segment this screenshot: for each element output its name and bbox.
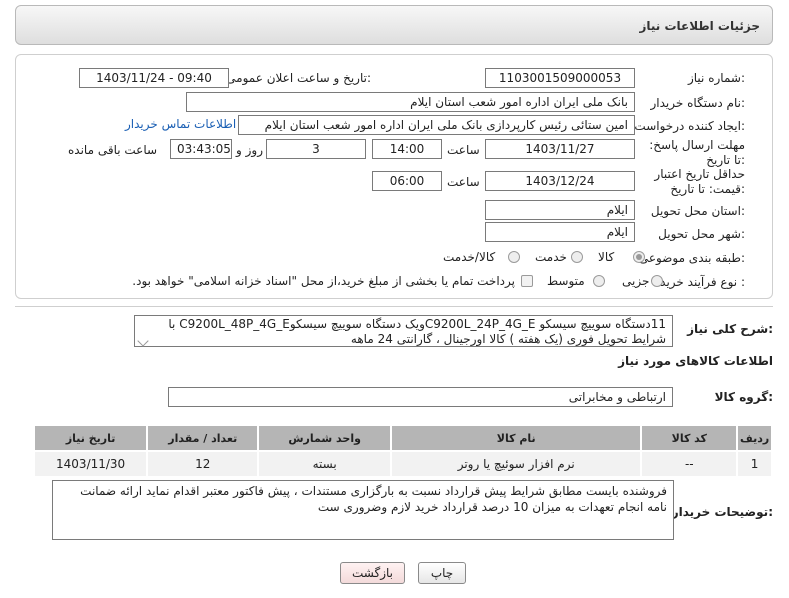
description-textarea[interactable]: 11دستگاه سوییچ سیسکو C9200L_24P_4G_Eویک … — [134, 315, 673, 347]
need-number-label: شماره نیاز: — [687, 71, 745, 85]
category-radio-goods[interactable] — [633, 251, 645, 263]
process-radio-medium[interactable] — [593, 275, 605, 287]
page-title: جزئیات اطلاعات نیاز — [639, 19, 760, 33]
creator-field[interactable]: امین ستائی رئیس کارپردازی بانک ملی ایران… — [238, 115, 635, 135]
category-label: طبقه بندی موضوعی: — [638, 251, 745, 265]
buyer-contact-link[interactable]: اطلاعات تماس خریدار — [125, 117, 236, 131]
section-divider — [15, 306, 773, 307]
time-remaining-field[interactable]: 03:43:05 — [170, 139, 232, 159]
need-number-field[interactable]: 1103001509000053 — [485, 68, 635, 88]
announce-label: تاریخ و ساعت اعلان عمومی: — [226, 71, 371, 85]
cell-code: -- — [640, 450, 739, 478]
table-row: 1 -- نرم افزار سوئیچ یا روتر بسته 12 140… — [32, 450, 773, 478]
deadline-time-label: ساعت — [447, 143, 480, 157]
province-label: استان محل تحویل: — [650, 204, 745, 218]
deadline-label: مهلت ارسال پاسخ: تا تاریخ: — [649, 138, 745, 167]
treasury-payment-note: پرداخت تمام یا بخشی از مبلغ خرید،از محل … — [132, 274, 515, 288]
back-button[interactable]: بازگشت — [340, 562, 405, 584]
creator-label: ایجاد کننده درخواست: — [634, 119, 745, 133]
category-radio-service[interactable] — [571, 251, 583, 263]
buyer-org-field[interactable]: بانک ملی ایران اداره امور شعب استان ایلا… — [186, 92, 635, 112]
days-label: روز و — [236, 143, 263, 157]
goods-table-header: ردیف کد کالا نام کالا واحد شمارش تعداد /… — [32, 424, 773, 452]
time-remaining-label: ساعت باقی مانده — [68, 143, 158, 157]
validity-time-label: ساعت — [447, 175, 480, 189]
goods-table: ردیف کد کالا نام کالا واحد شمارش تعداد /… — [32, 424, 773, 478]
col-name: نام کالا — [390, 424, 643, 452]
col-need-date: تاریخ نیاز — [32, 424, 149, 452]
cell-unit: بسته — [257, 450, 393, 478]
cell-need-date: 1403/11/30 — [32, 450, 149, 478]
cell-row: 1 — [736, 450, 773, 478]
validity-date-field[interactable]: 1403/12/24 — [485, 171, 635, 191]
col-code: کد کالا — [640, 424, 739, 452]
category-option-goods: کالا — [598, 250, 615, 264]
goods-section-title: اطلاعات کالاهای مورد نیاز — [618, 354, 773, 368]
process-label: نوع فرآیند خرید : — [660, 275, 745, 289]
category-option-goods-service: کالا/خدمت — [443, 250, 496, 264]
city-label: شهر محل تحویل: — [658, 227, 745, 241]
goods-group-label: گروه کالا: — [714, 390, 773, 404]
col-unit: واحد شمارش — [257, 424, 393, 452]
buyer-notes-label: توضیحات خریدار: — [671, 505, 773, 519]
process-radio-minor[interactable] — [651, 275, 663, 287]
cell-name: نرم افزار سوئیچ یا روتر — [390, 450, 643, 478]
treasury-payment-checkbox[interactable] — [521, 275, 533, 287]
page-title-bar: جزئیات اطلاعات نیاز — [15, 5, 773, 45]
buyer-org-label: نام دستگاه خریدار: — [650, 96, 746, 110]
province-field[interactable]: ایلام — [485, 200, 635, 220]
city-field[interactable]: ایلام — [485, 222, 635, 242]
category-option-service: خدمت — [535, 250, 567, 264]
days-remaining-field[interactable]: 3 — [266, 139, 366, 159]
goods-group-field[interactable]: ارتباطی و مخابراتی — [168, 387, 673, 407]
buyer-notes-textarea[interactable]: فروشنده بایست مطابق شرایط پیش قرارداد نس… — [52, 480, 674, 540]
col-quantity: تعداد / مقدار — [146, 424, 260, 452]
print-button[interactable]: چاپ — [418, 562, 466, 584]
deadline-date-field[interactable]: 1403/11/27 — [485, 139, 635, 159]
announce-datetime-field[interactable]: 1403/11/24 - 09:40 — [79, 68, 229, 88]
cell-quantity: 12 — [146, 450, 260, 478]
description-label: شرح کلی نیاز: — [687, 322, 773, 336]
validity-label: حداقل تاریخ اعتبار قیمت: تا تاریخ: — [654, 167, 745, 196]
col-row: ردیف — [736, 424, 773, 452]
process-option-medium: متوسط — [547, 274, 585, 288]
validity-time-field[interactable]: 06:00 — [372, 171, 442, 191]
deadline-time-field[interactable]: 14:00 — [372, 139, 442, 159]
process-option-minor: جزیی — [622, 274, 650, 288]
category-radio-goods-service[interactable] — [508, 251, 520, 263]
